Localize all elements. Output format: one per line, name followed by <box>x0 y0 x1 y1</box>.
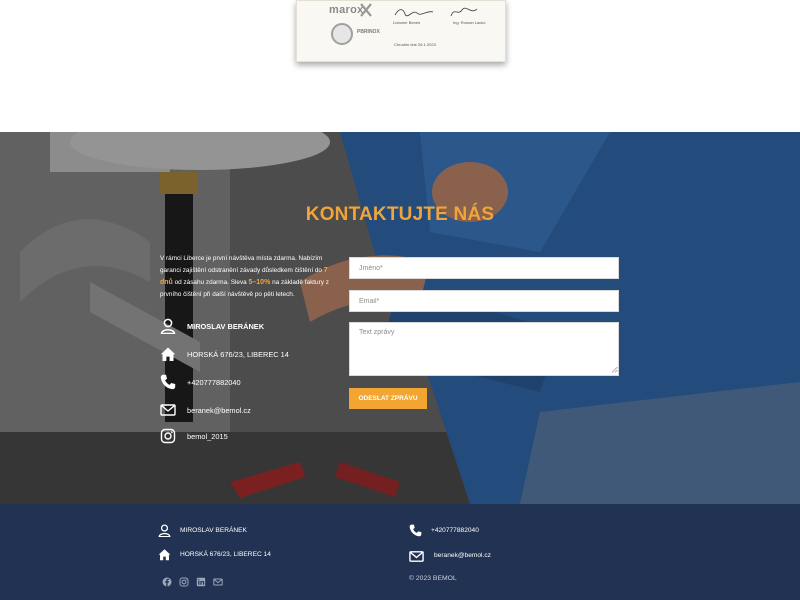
copyright-text: © 2023 BEMOL <box>409 575 457 582</box>
textarea-resize-handle[interactable] <box>611 366 618 373</box>
contact-address: HORSKÁ 676/23, LIBEREC 14 <box>187 350 289 359</box>
contact-phone[interactable]: +420777882040 <box>187 378 241 387</box>
certificate-section: marox PBRINOX Ľubomír Beneš Ing. Roman L… <box>0 0 800 132</box>
contact-name-row: MIROSLAV BERÁNEK <box>160 318 340 338</box>
contact-email-row[interactable]: beranek@bemol.cz <box>160 402 340 422</box>
contact-intro-text: V rámci Liberce je první návštěva místa … <box>160 255 329 298</box>
certificate-date: Chrudim dne 26.1.2023 <box>394 42 436 47</box>
message-textarea[interactable] <box>349 322 619 376</box>
discount-highlight: 5–10% <box>248 279 271 286</box>
contact-title: KONTAKTUJTE NÁS <box>305 204 495 225</box>
contact-section: KONTAKTUJTE NÁS V rámci Liberce je první… <box>0 132 800 504</box>
instagram-icon[interactable] <box>179 577 189 587</box>
home-icon <box>158 549 171 561</box>
linkedin-icon[interactable] <box>196 577 206 587</box>
envelope-icon <box>160 404 176 416</box>
marox-logo-mark <box>360 3 372 17</box>
email-input[interactable] <box>349 290 619 312</box>
certificate-signer-one: Ľubomír Beneš <box>393 20 421 25</box>
signature-one <box>394 9 434 17</box>
envelope-icon <box>409 551 424 562</box>
footer-phone[interactable]: +420777882040 <box>431 527 479 534</box>
footer-name: MIROSLAV BERÁNEK <box>180 527 247 534</box>
background-overlay <box>0 132 800 504</box>
mail-icon[interactable] <box>213 577 223 587</box>
footer-address: HORSKÁ 676/23, LIBEREC 14 <box>180 551 271 558</box>
facebook-icon[interactable] <box>162 577 172 587</box>
contact-name: MIROSLAV BERÁNEK <box>187 322 265 331</box>
contact-email[interactable]: beranek@bemol.cz <box>187 406 251 415</box>
footer-email[interactable]: beranek@bemol.cz <box>434 552 491 559</box>
phone-icon <box>409 524 422 537</box>
signature-two <box>450 7 478 17</box>
name-input[interactable] <box>349 257 619 279</box>
phone-icon <box>160 374 176 390</box>
contact-address-row: HORSKÁ 676/23, LIBEREC 14 <box>160 346 340 366</box>
person-icon <box>160 318 176 334</box>
certificate-image: marox PBRINOX Ľubomír Beneš Ing. Roman L… <box>296 0 506 62</box>
pbrinox-logo: PBRINOX <box>357 29 380 35</box>
footer <box>0 504 800 600</box>
certificate-signer-two: Ing. Roman Lacko <box>453 20 486 25</box>
certificate-seal <box>331 23 353 45</box>
send-message-button[interactable]: ODESLAT ZPRÁVU <box>349 388 427 409</box>
home-icon <box>160 347 176 361</box>
contact-instagram-row[interactable]: bemol_2015 <box>160 428 340 448</box>
instagram-icon <box>160 428 176 444</box>
person-icon <box>158 524 171 537</box>
contact-instagram[interactable]: bemol_2015 <box>187 432 228 441</box>
contact-phone-row[interactable]: +420777882040 <box>160 374 340 394</box>
